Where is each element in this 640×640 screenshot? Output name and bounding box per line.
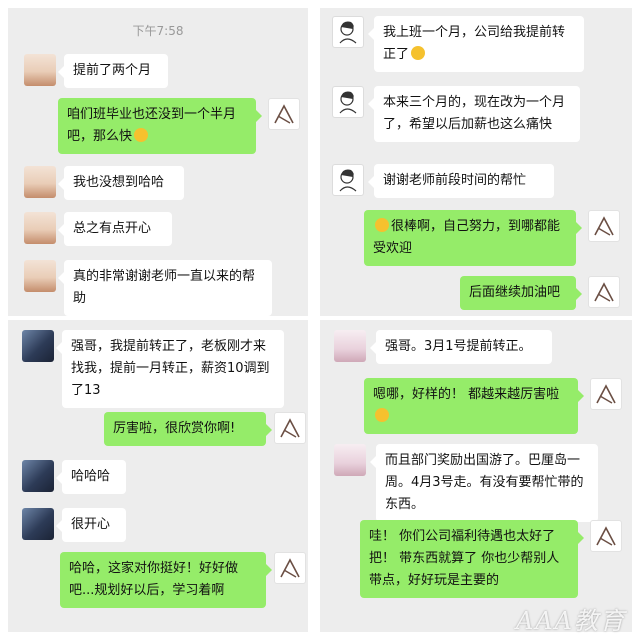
chat-panel-4: 强哥。3月1号提前转正。 嗯哪，好样的！ 都越来越厉害啦 而且部门奖励出国游了。… [320, 320, 632, 632]
triangle-logo-icon [280, 558, 300, 578]
message-bubble-incoming[interactable]: 总之有点开心 [58, 212, 172, 246]
my-avatar[interactable] [588, 276, 620, 308]
message-bubble-outgoing[interactable]: 嗯哪，好样的！ 都越来越厉害啦 [364, 378, 584, 434]
message-bubble-incoming[interactable]: 而且部门奖励出国游了。巴厘岛一周。4月3号走。有没有要帮忙带的东西。 [370, 444, 598, 522]
smile-emoji-icon [411, 46, 426, 60]
contact-avatar[interactable] [24, 166, 56, 198]
contact-avatar[interactable] [22, 508, 54, 540]
smile-emoji-icon [375, 218, 389, 232]
chat-panel-1: 下午7:58 提前了两个月 咱们班毕业也还没到一个半月吧，那么快 我也没想到哈哈… [8, 8, 308, 316]
message-bubble-incoming[interactable]: 很开心 [56, 508, 126, 542]
watermark: AAA教育 [516, 607, 626, 635]
message-bubble-outgoing[interactable]: 咱们班毕业也还没到一个半月吧，那么快 [58, 98, 262, 154]
my-avatar[interactable] [274, 412, 306, 444]
message-bubble-incoming[interactable]: 本来三个月的，现在改为一个月了，希望以后加薪也这么痛快 [368, 86, 580, 142]
contact-avatar[interactable] [24, 212, 56, 244]
contact-avatar[interactable] [334, 444, 366, 476]
triangle-logo-icon [596, 526, 616, 546]
contact-avatar[interactable] [24, 260, 56, 292]
my-avatar[interactable] [274, 552, 306, 584]
contact-avatar[interactable] [332, 86, 364, 118]
message-bubble-outgoing[interactable]: 厉害啦，很欣赏你啊! [104, 412, 272, 446]
contact-avatar[interactable] [332, 164, 364, 196]
timestamp: 下午7:58 [132, 24, 184, 38]
sketch-portrait-icon [339, 91, 357, 114]
grin-emoji-icon [134, 128, 149, 142]
contact-avatar[interactable] [332, 16, 364, 48]
triangle-logo-icon [274, 104, 294, 124]
contact-avatar[interactable] [24, 54, 56, 86]
message-bubble-incoming[interactable]: 谢谢老师前段时间的帮忙 [368, 164, 554, 198]
message-bubble-incoming[interactable]: 我也没想到哈哈 [58, 166, 184, 200]
message-bubble-incoming[interactable]: 哈哈哈 [56, 460, 126, 494]
message-bubble-incoming[interactable]: 提前了两个月 [58, 54, 168, 88]
message-bubble-incoming[interactable]: 真的非常谢谢老师一直以来的帮助 [58, 260, 272, 316]
chat-panel-3: 强哥，我提前转正了，老板刚才来找我，提前一月转正，薪资10调到了13 厉害啦，很… [8, 320, 308, 632]
message-bubble-incoming[interactable]: 强哥，我提前转正了，老板刚才来找我，提前一月转正，薪资10调到了13 [56, 330, 284, 408]
message-bubble-outgoing[interactable]: 后面继续加油吧 [460, 276, 582, 310]
triangle-logo-icon [280, 418, 300, 438]
triangle-logo-icon [594, 282, 614, 302]
my-avatar[interactable] [590, 378, 622, 410]
triangle-logo-icon [596, 384, 616, 404]
my-avatar[interactable] [588, 210, 620, 242]
contact-avatar[interactable] [22, 330, 54, 362]
message-bubble-outgoing[interactable]: 哈哈，这家对你挺好！好好做吧...规划好以后，学习着啊 [60, 552, 272, 608]
message-bubble-outgoing[interactable]: 很棒啊，自己努力，到哪都能受欢迎 [364, 210, 582, 266]
grin-emoji-icon [375, 408, 389, 422]
my-avatar[interactable] [268, 98, 300, 130]
chat-panel-2: 我上班一个月，公司给我提前转正了 本来三个月的，现在改为一个月了，希望以后加薪也… [320, 8, 632, 316]
contact-avatar[interactable] [334, 330, 366, 362]
message-bubble-outgoing[interactable]: 哇！ 你们公司福利待遇也太好了把！ 带东西就算了 你也少帮别人带点，好好玩是主要… [360, 520, 584, 598]
message-bubble-incoming[interactable]: 我上班一个月，公司给我提前转正了 [368, 16, 584, 72]
sketch-portrait-icon [339, 21, 357, 44]
contact-avatar[interactable] [22, 460, 54, 492]
sketch-portrait-icon [339, 169, 357, 192]
message-bubble-incoming[interactable]: 强哥。3月1号提前转正。 [370, 330, 552, 364]
my-avatar[interactable] [590, 520, 622, 552]
triangle-logo-icon [594, 216, 614, 236]
